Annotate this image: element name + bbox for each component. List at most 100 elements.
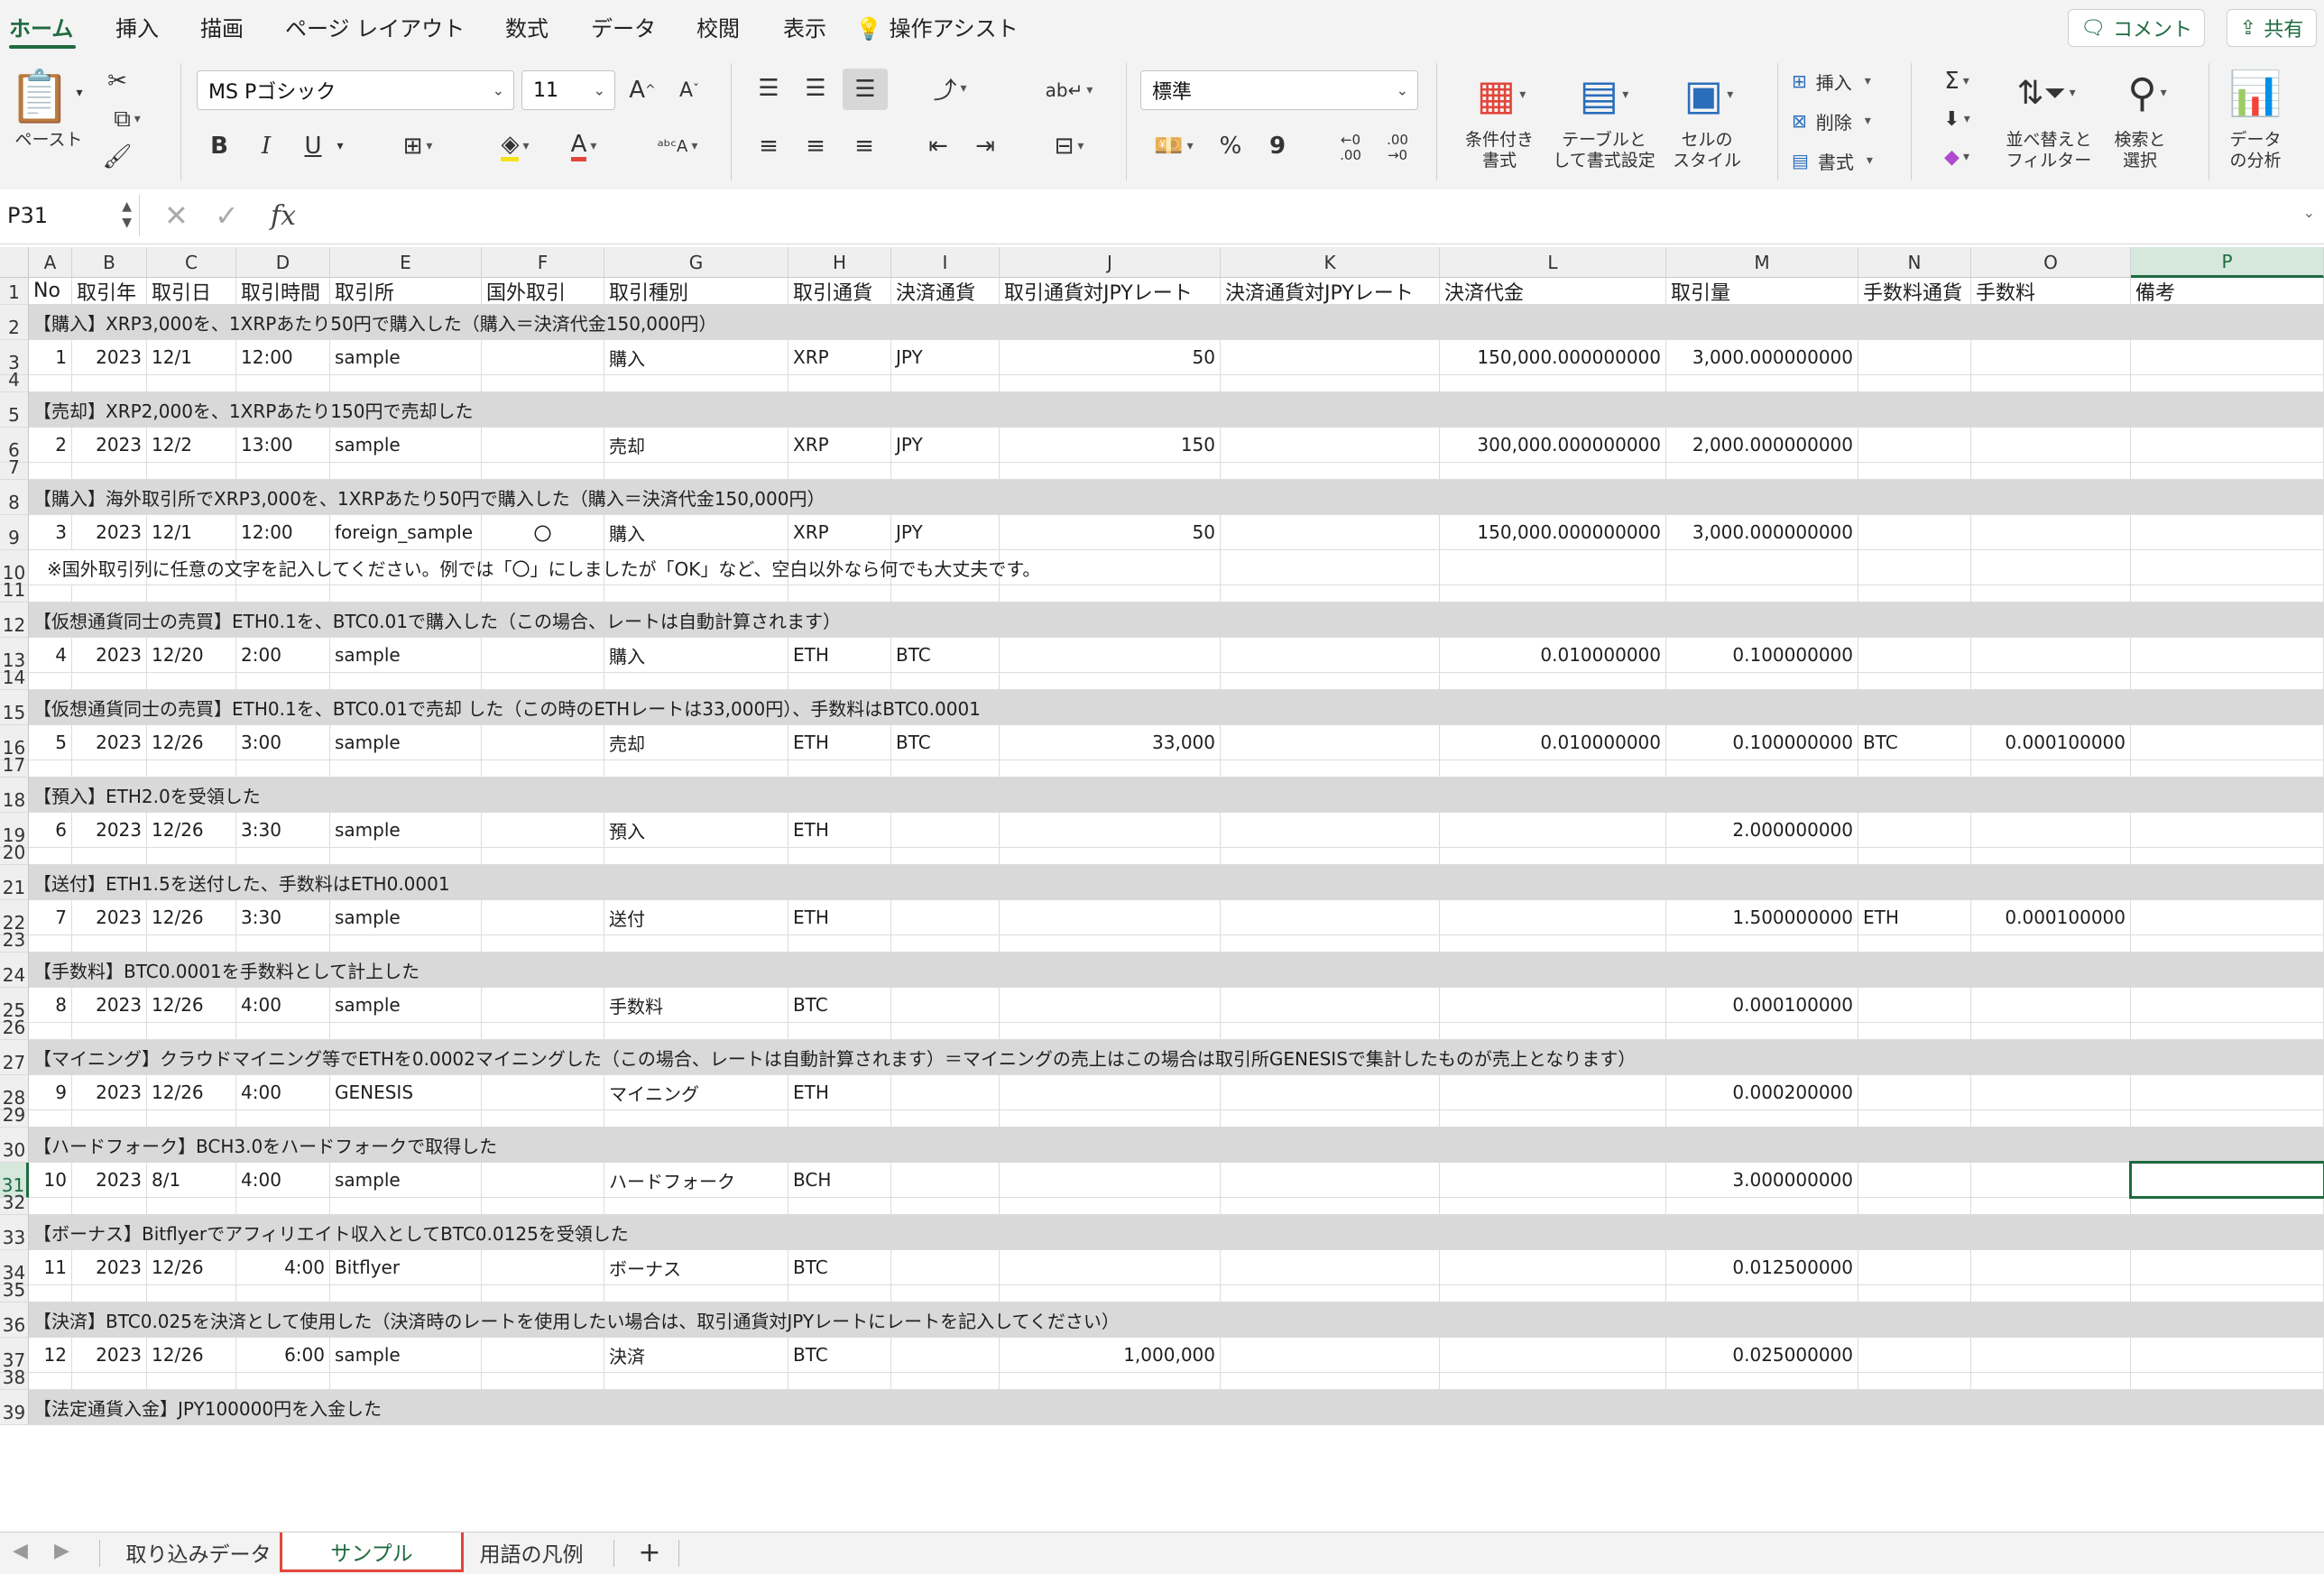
cell-e[interactable]: sample — [330, 900, 482, 934]
cell-g[interactable]: マイニング — [604, 1075, 788, 1109]
cell-i[interactable]: JPY — [891, 428, 1000, 462]
cell-n[interactable] — [1858, 1110, 1971, 1127]
cell-b[interactable]: 2023 — [72, 1075, 147, 1109]
column-header-o[interactable]: O — [1971, 247, 2131, 278]
cell-c[interactable] — [147, 1285, 236, 1302]
cell-d[interactable] — [236, 1285, 330, 1302]
cell-j[interactable] — [1000, 1198, 1221, 1214]
cell-k[interactable] — [1221, 1285, 1440, 1302]
cell-g[interactable]: 預入 — [604, 813, 788, 847]
cell-c[interactable] — [147, 375, 236, 391]
cell-g[interactable]: 売却 — [604, 428, 788, 462]
cell-i[interactable] — [891, 1285, 1000, 1302]
cell-e[interactable]: 取引所 — [330, 278, 482, 305]
cell-j[interactable] — [1000, 988, 1221, 1022]
conditional-formatting-icon[interactable]: ▦ ▾ — [1460, 67, 1543, 123]
analyze-data-icon[interactable]: 📊 — [2221, 65, 2290, 121]
cell-e[interactable]: sample — [330, 988, 482, 1022]
phonetic-guide-icon[interactable]: ᵃᵇᶜA ▾ — [648, 128, 707, 164]
cell-k[interactable] — [1221, 1373, 1440, 1389]
cell-p[interactable] — [2131, 1285, 2324, 1302]
section-banner[interactable]: 【購入】XRP3,000を、1XRPあたり50円で購入した（購入＝決済代金150… — [29, 305, 2324, 339]
cell-h[interactable] — [788, 1110, 891, 1127]
fill-color-icon[interactable]: ◈ ▾ — [484, 128, 547, 164]
cell-a[interactable]: 4 — [29, 638, 72, 672]
cell-h[interactable] — [788, 1023, 891, 1039]
cell-g[interactable]: 手数料 — [604, 988, 788, 1022]
cell-f[interactable] — [482, 375, 604, 391]
cell-o[interactable] — [1971, 935, 2131, 952]
cell-m[interactable] — [1666, 463, 1858, 479]
cell-a[interactable]: 1 — [29, 340, 72, 374]
cell-i[interactable] — [891, 673, 1000, 689]
cell-c[interactable]: 8/1 — [147, 1163, 236, 1197]
cell-g[interactable] — [604, 1373, 788, 1389]
cell-b[interactable] — [72, 760, 147, 777]
cell-b[interactable] — [72, 1285, 147, 1302]
paste-dropdown-chevron-icon[interactable]: ▾ — [69, 79, 90, 106]
cell-p[interactable] — [2131, 848, 2324, 864]
cell-b[interactable] — [72, 848, 147, 864]
cell-d[interactable]: 4:00 — [236, 1250, 330, 1284]
select-all-corner[interactable] — [0, 247, 29, 278]
cell-n[interactable] — [1858, 1023, 1971, 1039]
cell-p[interactable] — [2131, 1023, 2324, 1039]
cell-k[interactable] — [1221, 1250, 1440, 1284]
cell-h[interactable]: BCH — [788, 1163, 891, 1197]
cell-l[interactable] — [1440, 813, 1666, 847]
cell-h[interactable] — [788, 760, 891, 777]
cell-n[interactable] — [1858, 585, 1971, 602]
format-painter-icon[interactable]: 🖌 — [99, 141, 135, 173]
cell-f[interactable] — [482, 463, 604, 479]
cell-h[interactable]: BTC — [788, 988, 891, 1022]
section-banner[interactable]: 【手数料】BTC0.0001を手数料として計上した — [29, 953, 2324, 987]
cell-a[interactable]: 6 — [29, 813, 72, 847]
cell-h[interactable]: ETH — [788, 725, 891, 759]
cell-l[interactable] — [1440, 1285, 1666, 1302]
cell-l[interactable]: 決済代金 — [1440, 278, 1666, 305]
cell-b[interactable] — [72, 1023, 147, 1039]
cell-j[interactable] — [1000, 1285, 1221, 1302]
cell-a[interactable]: 3 — [29, 515, 72, 549]
cell-d[interactable]: 取引時間 — [236, 278, 330, 305]
row-header[interactable]: 12 — [0, 603, 29, 638]
cell-g[interactable] — [604, 463, 788, 479]
cell-h[interactable]: BTC — [788, 1250, 891, 1284]
row-header[interactable]: 7 — [0, 456, 29, 480]
cell-l[interactable] — [1440, 585, 1666, 602]
cell-d[interactable]: 4:00 — [236, 988, 330, 1022]
cell-p[interactable] — [2131, 515, 2324, 549]
cell-d[interactable] — [236, 463, 330, 479]
section-banner[interactable]: 【法定通貨入金】JPY100000円を入金した — [29, 1390, 2324, 1424]
row-header[interactable]: 8 — [0, 480, 29, 515]
cell-i[interactable] — [891, 935, 1000, 952]
cell-j[interactable] — [1000, 1023, 1221, 1039]
cell-o[interactable] — [1971, 848, 2131, 864]
section-banner[interactable]: 【ボーナス】Bitflyerでアフィリエイト収入としてBTC0.0125を受領し… — [29, 1215, 2324, 1249]
cell-o[interactable] — [1971, 1075, 2131, 1109]
cell-n[interactable] — [1858, 638, 1971, 672]
cell-h[interactable]: ETH — [788, 813, 891, 847]
column-header-c[interactable]: C — [147, 247, 236, 278]
format-as-table-icon[interactable]: ▤ ▾ — [1563, 67, 1646, 123]
cell-c[interactable] — [147, 760, 236, 777]
cell-a[interactable]: 9 — [29, 1075, 72, 1109]
cell-p[interactable]: 備考 — [2131, 278, 2324, 305]
row-header[interactable]: 27 — [0, 1040, 29, 1075]
cell-a[interactable]: 12 — [29, 1338, 72, 1372]
cell-k[interactable] — [1221, 1110, 1440, 1127]
sort-filter-icon[interactable]: ⇅ ⏷ ▾ — [2005, 65, 2088, 121]
previous-sheet-arrow-icon[interactable]: ◀ — [13, 1540, 28, 1562]
align-middle-icon[interactable]: ☰ — [798, 70, 834, 106]
cell-b[interactable] — [72, 1373, 147, 1389]
cell-d[interactable]: 4:00 — [236, 1075, 330, 1109]
cell-g[interactable]: 購入 — [604, 638, 788, 672]
align-center-icon[interactable]: ≡ — [798, 128, 834, 164]
cell-j[interactable] — [1000, 900, 1221, 934]
section-banner[interactable]: 【ハードフォーク】BCH3.0をハードフォークで取得した — [29, 1128, 2324, 1162]
sheet-tab-import-data[interactable]: 取り込みデータ — [108, 1533, 289, 1572]
cell-i[interactable] — [891, 900, 1000, 934]
cell-p[interactable] — [2131, 585, 2324, 602]
cell-l[interactable] — [1440, 760, 1666, 777]
cell-j[interactable]: 150 — [1000, 428, 1221, 462]
